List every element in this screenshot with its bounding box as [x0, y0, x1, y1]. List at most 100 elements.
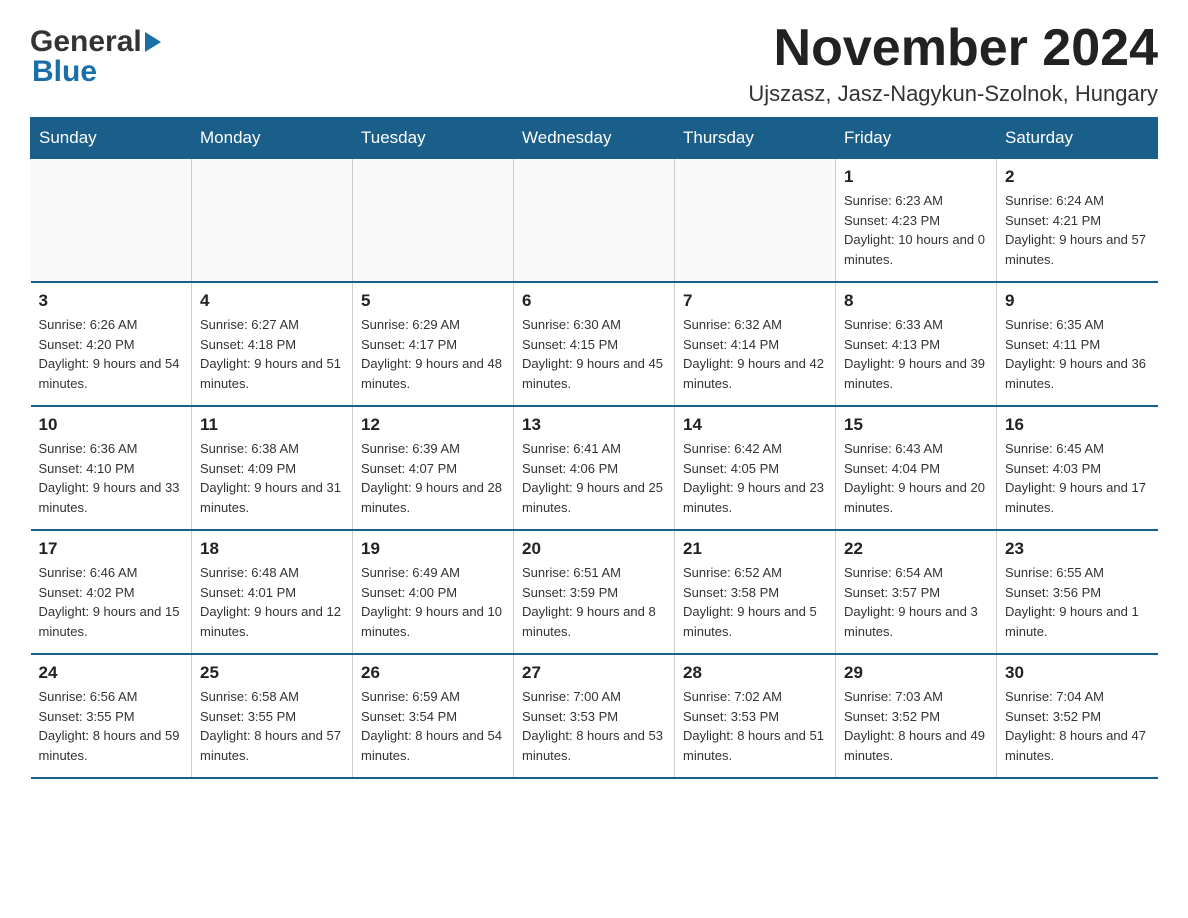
- weekday-header-thursday: Thursday: [675, 118, 836, 159]
- day-info: Sunrise: 6:42 AM Sunset: 4:05 PM Dayligh…: [683, 439, 827, 517]
- day-number: 20: [522, 539, 666, 559]
- calendar-cell: [514, 159, 675, 283]
- day-info: Sunrise: 6:39 AM Sunset: 4:07 PM Dayligh…: [361, 439, 505, 517]
- weekday-header-saturday: Saturday: [997, 118, 1158, 159]
- calendar-cell: 3Sunrise: 6:26 AM Sunset: 4:20 PM Daylig…: [31, 282, 192, 406]
- day-number: 25: [200, 663, 344, 683]
- weekday-header-friday: Friday: [836, 118, 997, 159]
- calendar-cell: 7 Sunrise: 6:32 AM Sunset: 4:14 PM Daylig…: [675, 282, 836, 406]
- day-info: Sunrise: 6:30 AM Sunset: 4:15 PM Dayligh…: [522, 315, 666, 393]
- day-info: Sunrise: 6:45 AM Sunset: 4:03 PM Dayligh…: [1005, 439, 1150, 517]
- day-info: Sunrise: 6:52 AM Sunset: 3:58 PM Dayligh…: [683, 563, 827, 641]
- day-number: 8: [844, 291, 988, 311]
- day-number: 2: [1005, 167, 1150, 187]
- calendar-week-row: 24 Sunrise: 6:56 AM Sunset: 3:55 PM Dayli…: [31, 654, 1158, 778]
- weekday-header-row: SundayMondayTuesdayWednesdayThursdayFrid…: [31, 118, 1158, 159]
- day-info: Sunrise: 7:02 AM Sunset: 3:53 PM Dayligh…: [683, 687, 827, 765]
- day-number: 26: [361, 663, 505, 683]
- day-number: 1: [844, 167, 988, 187]
- day-number: 5: [361, 291, 505, 311]
- weekday-header-sunday: Sunday: [31, 118, 192, 159]
- day-info: Sunrise: 7:04 AM Sunset: 3:52 PM Dayligh…: [1005, 687, 1150, 765]
- calendar-cell: [353, 159, 514, 283]
- month-title: November 2024: [748, 20, 1158, 77]
- calendar-cell: 10 Sunrise: 6:36 AM Sunset: 4:10 PM Dayli…: [31, 406, 192, 530]
- day-info: Sunrise: 6:38 AM Sunset: 4:09 PM Dayligh…: [200, 439, 344, 517]
- day-number: 4: [200, 291, 344, 311]
- calendar-cell: 23 Sunrise: 6:55 AM Sunset: 3:56 PM Dayli…: [997, 530, 1158, 654]
- calendar-cell: 24 Sunrise: 6:56 AM Sunset: 3:55 PM Dayli…: [31, 654, 192, 778]
- calendar-cell: 19 Sunrise: 6:49 AM Sunset: 4:00 PM Dayli…: [353, 530, 514, 654]
- page-header: General Blue November 2024 Ujszasz, Jasz…: [30, 20, 1158, 107]
- location-title: Ujszasz, Jasz-Nagykun-Szolnok, Hungary: [748, 81, 1158, 107]
- logo-general-text: General: [30, 25, 142, 59]
- calendar-cell: 5Sunrise: 6:29 AM Sunset: 4:17 PM Daylig…: [353, 282, 514, 406]
- day-info: Sunrise: 6:27 AM Sunset: 4:18 PM Dayligh…: [200, 315, 344, 393]
- day-info: Sunrise: 6:36 AM Sunset: 4:10 PM Dayligh…: [39, 439, 184, 517]
- day-info: Sunrise: 7:03 AM Sunset: 3:52 PM Dayligh…: [844, 687, 988, 765]
- calendar-table: SundayMondayTuesdayWednesdayThursdayFrid…: [30, 117, 1158, 779]
- weekday-header-tuesday: Tuesday: [353, 118, 514, 159]
- day-number: 29: [844, 663, 988, 683]
- day-number: 12: [361, 415, 505, 435]
- calendar-cell: [31, 159, 192, 283]
- day-number: 11: [200, 415, 344, 435]
- day-number: 21: [683, 539, 827, 559]
- calendar-cell: 18 Sunrise: 6:48 AM Sunset: 4:01 PM Dayli…: [192, 530, 353, 654]
- day-info: Sunrise: 6:51 AM Sunset: 3:59 PM Dayligh…: [522, 563, 666, 641]
- calendar-cell: 20 Sunrise: 6:51 AM Sunset: 3:59 PM Dayli…: [514, 530, 675, 654]
- day-info: Sunrise: 6:56 AM Sunset: 3:55 PM Dayligh…: [39, 687, 184, 765]
- calendar-cell: 2 Sunrise: 6:24 AM Sunset: 4:21 PM Daylig…: [997, 159, 1158, 283]
- day-number: 10: [39, 415, 184, 435]
- day-number: 18: [200, 539, 344, 559]
- day-number: 16: [1005, 415, 1150, 435]
- calendar-cell: 28Sunrise: 7:02 AM Sunset: 3:53 PM Dayli…: [675, 654, 836, 778]
- calendar-cell: 4 Sunrise: 6:27 AM Sunset: 4:18 PM Daylig…: [192, 282, 353, 406]
- calendar-week-row: 17Sunrise: 6:46 AM Sunset: 4:02 PM Dayli…: [31, 530, 1158, 654]
- day-number: 9: [1005, 291, 1150, 311]
- day-info: Sunrise: 6:48 AM Sunset: 4:01 PM Dayligh…: [200, 563, 344, 641]
- calendar-week-row: 3Sunrise: 6:26 AM Sunset: 4:20 PM Daylig…: [31, 282, 1158, 406]
- logo-blue-text: Blue: [30, 55, 97, 89]
- day-info: Sunrise: 6:24 AM Sunset: 4:21 PM Dayligh…: [1005, 191, 1150, 269]
- day-number: 15: [844, 415, 988, 435]
- title-block: November 2024 Ujszasz, Jasz-Nagykun-Szol…: [748, 20, 1158, 107]
- day-number: 6: [522, 291, 666, 311]
- calendar-cell: 21 Sunrise: 6:52 AM Sunset: 3:58 PM Dayli…: [675, 530, 836, 654]
- day-info: Sunrise: 6:46 AM Sunset: 4:02 PM Dayligh…: [39, 563, 184, 641]
- day-info: Sunrise: 7:00 AM Sunset: 3:53 PM Dayligh…: [522, 687, 666, 765]
- day-number: 7: [683, 291, 827, 311]
- calendar-cell: 8 Sunrise: 6:33 AM Sunset: 4:13 PM Daylig…: [836, 282, 997, 406]
- day-info: Sunrise: 6:23 AM Sunset: 4:23 PM Dayligh…: [844, 191, 988, 269]
- calendar-cell: 27 Sunrise: 7:00 AM Sunset: 3:53 PM Dayli…: [514, 654, 675, 778]
- calendar-week-row: 1 Sunrise: 6:23 AM Sunset: 4:23 PM Daylig…: [31, 159, 1158, 283]
- day-info: Sunrise: 6:33 AM Sunset: 4:13 PM Dayligh…: [844, 315, 988, 393]
- day-info: Sunrise: 6:54 AM Sunset: 3:57 PM Dayligh…: [844, 563, 988, 641]
- day-info: Sunrise: 6:59 AM Sunset: 3:54 PM Dayligh…: [361, 687, 505, 765]
- calendar-cell: [192, 159, 353, 283]
- logo-arrow-icon: [145, 32, 161, 52]
- day-info: Sunrise: 6:41 AM Sunset: 4:06 PM Dayligh…: [522, 439, 666, 517]
- calendar-cell: [675, 159, 836, 283]
- day-info: Sunrise: 6:32 AM Sunset: 4:14 PM Dayligh…: [683, 315, 827, 393]
- day-number: 24: [39, 663, 184, 683]
- day-number: 13: [522, 415, 666, 435]
- day-number: 23: [1005, 539, 1150, 559]
- calendar-cell: 6 Sunrise: 6:30 AM Sunset: 4:15 PM Daylig…: [514, 282, 675, 406]
- logo-line1: General: [30, 25, 161, 59]
- day-number: 19: [361, 539, 505, 559]
- day-info: Sunrise: 6:26 AM Sunset: 4:20 PM Dayligh…: [39, 315, 184, 393]
- calendar-cell: 17Sunrise: 6:46 AM Sunset: 4:02 PM Dayli…: [31, 530, 192, 654]
- day-number: 27: [522, 663, 666, 683]
- calendar-cell: 1 Sunrise: 6:23 AM Sunset: 4:23 PM Daylig…: [836, 159, 997, 283]
- day-number: 14: [683, 415, 827, 435]
- day-number: 22: [844, 539, 988, 559]
- calendar-cell: 13 Sunrise: 6:41 AM Sunset: 4:06 PM Dayli…: [514, 406, 675, 530]
- day-info: Sunrise: 6:58 AM Sunset: 3:55 PM Dayligh…: [200, 687, 344, 765]
- day-info: Sunrise: 6:55 AM Sunset: 3:56 PM Dayligh…: [1005, 563, 1150, 641]
- calendar-cell: 22 Sunrise: 6:54 AM Sunset: 3:57 PM Dayli…: [836, 530, 997, 654]
- calendar-week-row: 10 Sunrise: 6:36 AM Sunset: 4:10 PM Dayli…: [31, 406, 1158, 530]
- day-info: Sunrise: 6:49 AM Sunset: 4:00 PM Dayligh…: [361, 563, 505, 641]
- calendar-cell: 29 Sunrise: 7:03 AM Sunset: 3:52 PM Dayli…: [836, 654, 997, 778]
- day-number: 30: [1005, 663, 1150, 683]
